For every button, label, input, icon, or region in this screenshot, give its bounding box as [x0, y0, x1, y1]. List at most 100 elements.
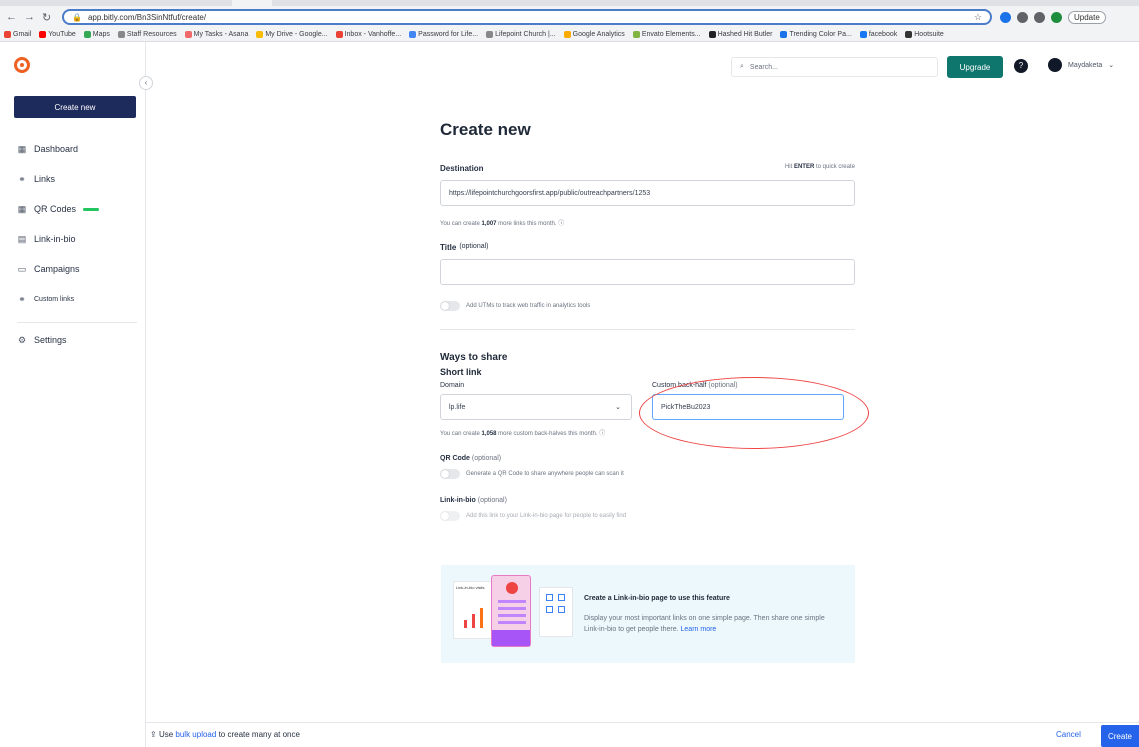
- forward-icon[interactable]: →: [24, 11, 35, 24]
- phone-illustration: [491, 575, 531, 647]
- update-button[interactable]: Update: [1068, 11, 1106, 24]
- link-in-bio-toggle-row: Add this link to your Link-in-bio page f…: [440, 511, 855, 521]
- destination-label: Destination: [440, 164, 484, 173]
- back-half-label-row: Custom back-half (optional): [652, 382, 738, 389]
- utm-toggle[interactable]: [440, 301, 460, 311]
- info-icon: ⓘ: [558, 221, 565, 227]
- bookmark-item[interactable]: YouTube: [39, 28, 76, 40]
- lock-icon[interactable]: 🔒: [72, 13, 82, 22]
- link-in-bio-toggle[interactable]: [440, 511, 460, 521]
- sidebar-collapse-button[interactable]: ‹: [139, 76, 153, 90]
- sidebar-item-qr-codes[interactable]: ▦ QR Codes: [17, 194, 137, 224]
- illustration-label: Link-in-bio visits: [456, 585, 485, 590]
- bookmark-item[interactable]: Hashed Hit Butler: [708, 28, 772, 40]
- link-in-bio-promo: Link-in-bio visits Create a Link-in-bio …: [441, 565, 855, 663]
- bulk-upload-link[interactable]: bulk upload: [175, 730, 216, 739]
- sidebar-item-dashboard[interactable]: ▦ Dashboard: [17, 134, 137, 164]
- section-divider: [440, 329, 855, 330]
- link-in-bio-icon: ▤: [17, 233, 27, 244]
- bitly-logo[interactable]: [14, 57, 30, 73]
- sidepanel-icon[interactable]: [1034, 12, 1045, 23]
- url-text: app.bitly.com/Bn3SinNtfuf/create/: [87, 12, 207, 22]
- promo-title: Create a Link-in-bio page to use this fe…: [584, 595, 730, 602]
- qr-code-label-row: QR Code (optional): [440, 455, 502, 462]
- back-half-group: Custom back-half (optional) PickTheBu202…: [652, 382, 844, 420]
- browser-nav: ← → ↻: [6, 11, 51, 24]
- create-form: Create new Destination Hit ENTER to quic…: [440, 116, 855, 521]
- custom-link-icon: ⚭: [18, 293, 26, 304]
- bookmark-item[interactable]: Gmail: [4, 28, 31, 40]
- link-in-bio-toggle-label: Add this link to your Link-in-bio page f…: [466, 513, 627, 519]
- sidebar-item-label: Custom links: [34, 295, 75, 303]
- sidebar-item-label: Link-in-bio: [34, 234, 76, 244]
- create-new-button[interactable]: Create new: [14, 96, 136, 118]
- bookmark-item[interactable]: Inbox - Vanhoffe...: [335, 28, 401, 40]
- sidebar-item-custom-links[interactable]: ⚭ Custom links: [17, 284, 137, 314]
- gear-icon: ⚙: [17, 334, 27, 345]
- bookmark-star-icon[interactable]: ☆: [974, 12, 982, 23]
- active-tab[interactable]: [232, 0, 272, 6]
- quick-create-hint: Hit ENTER to quick create: [784, 164, 855, 170]
- destination-input[interactable]: https://lifepointchurchgoorsfirst.app/pu…: [440, 180, 855, 206]
- back-icon[interactable]: ←: [6, 11, 17, 24]
- bookmark-item[interactable]: Maps: [83, 28, 110, 40]
- title-input[interactable]: [440, 259, 855, 285]
- create-button[interactable]: Create: [1101, 725, 1139, 747]
- search-placeholder: Search...: [749, 63, 778, 71]
- account-menu[interactable]: Maydaketa ⌄: [1048, 58, 1114, 72]
- sidebar-divider: [17, 322, 137, 323]
- bookmark-item[interactable]: My Tasks - Asana: [184, 28, 248, 40]
- sidebar-nav: ▦ Dashboard ⚭ Links ▦ QR Codes ▤ Link-in…: [17, 134, 137, 355]
- help-icon[interactable]: ?: [1014, 59, 1028, 73]
- bookmark-item[interactable]: Lifepoint Church |...: [486, 28, 556, 40]
- bookmark-item[interactable]: My Drive - Google...: [256, 28, 328, 40]
- search-input[interactable]: ⌕ Search...: [731, 57, 938, 77]
- title-label: Title: [440, 243, 457, 252]
- bookmark-item[interactable]: Hootsuite: [905, 28, 944, 40]
- domain-value: lp.life: [449, 403, 466, 411]
- tab-strip: [0, 0, 1139, 6]
- utm-label: Add UTMs to track web traffic in analyti…: [466, 303, 591, 309]
- bulk-upload-text: ⇪ Use bulk upload to create many at once: [150, 730, 300, 739]
- bookmarks-bar: Gmail YouTube Maps Staff Resources My Ta…: [4, 28, 1139, 40]
- profile-icon[interactable]: [1051, 12, 1062, 23]
- address-bar[interactable]: 🔒 app.bitly.com/Bn3SinNtfuf/create/ ☆: [62, 9, 992, 25]
- chevron-down-icon: ⌄: [615, 404, 621, 411]
- domain-select[interactable]: lp.life ⌄: [440, 394, 632, 420]
- extension-icon[interactable]: [1000, 12, 1011, 23]
- footer-bar: ⇪ Use bulk upload to create many at once…: [146, 722, 1139, 747]
- bookmark-item[interactable]: Envato Elements...: [632, 28, 701, 40]
- links-remaining-text: You can create 1,007 more links this mon…: [440, 221, 565, 227]
- page-title: Create new: [440, 120, 531, 139]
- info-icon: ⓘ: [599, 431, 606, 437]
- learn-more-link[interactable]: Learn more: [681, 626, 717, 633]
- bookmark-item[interactable]: facebook: [859, 28, 897, 40]
- bookmark-item[interactable]: Password for Life...: [409, 28, 478, 40]
- back-half-input[interactable]: PickTheBu2023: [652, 394, 844, 420]
- bookmark-item[interactable]: Staff Resources: [117, 28, 177, 40]
- sidebar-item-settings[interactable]: ⚙ Settings: [17, 325, 137, 355]
- utm-toggle-row: Add UTMs to track web traffic in analyti…: [440, 301, 855, 311]
- qr-code-icon: ▦: [17, 203, 27, 214]
- sidebar-item-label: Dashboard: [34, 144, 79, 154]
- sidebar-item-links[interactable]: ⚭ Links: [17, 164, 137, 194]
- extensions: Update: [1000, 11, 1106, 24]
- sidebar-item-link-in-bio[interactable]: ▤ Link-in-bio: [17, 224, 137, 254]
- qr-toggle-row: Generate a QR Code to share anywhere peo…: [440, 469, 855, 479]
- reload-icon[interactable]: ↻: [42, 11, 51, 24]
- avatar: [1048, 58, 1062, 72]
- qr-toggle-label: Generate a QR Code to share anywhere peo…: [466, 471, 624, 477]
- short-link-heading: Short link: [440, 367, 482, 377]
- destination-value: https://lifepointchurchgoorsfirst.app/pu…: [449, 189, 651, 197]
- upgrade-button[interactable]: Upgrade: [947, 56, 1003, 78]
- upload-icon: ⇪: [150, 730, 157, 739]
- bookmark-item[interactable]: Trending Color Pa...: [780, 28, 852, 40]
- qr-code-toggle[interactable]: [440, 469, 460, 479]
- promo-description: Display your most important links on one…: [584, 615, 825, 633]
- extension-icon[interactable]: [1017, 12, 1028, 23]
- sidebar-item-campaigns[interactable]: ▭ Campaigns: [17, 254, 137, 284]
- bookmark-item[interactable]: Google Analytics: [563, 28, 625, 40]
- account-name: Maydaketa: [1068, 61, 1103, 69]
- cancel-button[interactable]: Cancel: [1056, 730, 1081, 739]
- chevron-down-icon: ⌄: [1108, 62, 1115, 69]
